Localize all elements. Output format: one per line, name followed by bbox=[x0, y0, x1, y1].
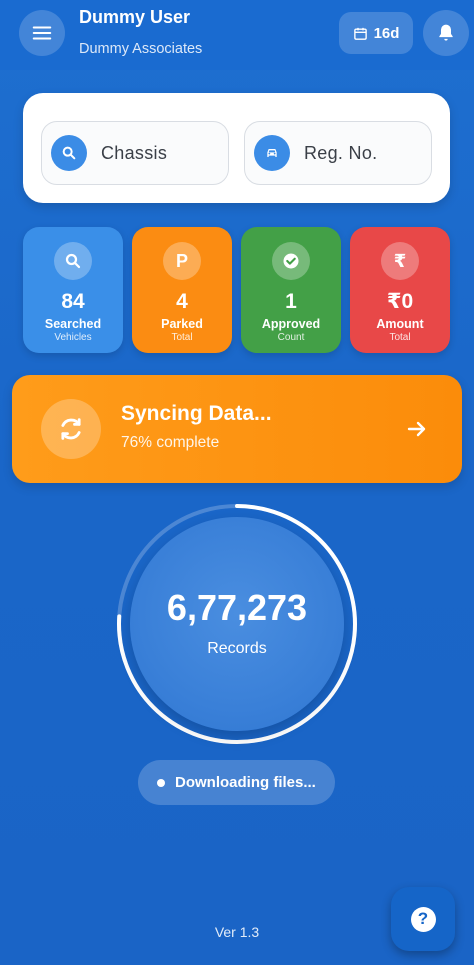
parking-icon: P bbox=[163, 242, 201, 280]
user-name: Dummy User bbox=[79, 7, 191, 27]
stat-label: Approved bbox=[261, 317, 321, 331]
search-icon bbox=[51, 135, 87, 171]
check-icon bbox=[272, 242, 310, 280]
days-remaining-button[interactable]: 16d bbox=[339, 12, 413, 54]
search-card: Chassis Reg. No. bbox=[23, 93, 450, 203]
download-status-pill: Downloading files... bbox=[138, 760, 335, 805]
sync-status: 76% complete bbox=[121, 434, 220, 451]
sync-card[interactable]: Syncing Data... 76% complete bbox=[12, 375, 462, 483]
stat-label: Parked bbox=[161, 317, 203, 331]
records-label: Records bbox=[207, 640, 267, 657]
sync-icon bbox=[41, 399, 101, 459]
stat-value: 84 bbox=[61, 290, 85, 313]
stat-amount[interactable]: ₹ ₹0 Amount Total bbox=[350, 227, 450, 353]
car-icon bbox=[254, 135, 290, 171]
stat-sublabel: Vehicles bbox=[54, 332, 92, 343]
status-dot bbox=[157, 778, 165, 787]
menu-button[interactable] bbox=[19, 10, 65, 56]
stat-parked[interactable]: P 4 Parked Total bbox=[132, 227, 232, 353]
stat-sublabel: Count bbox=[277, 332, 305, 343]
stat-label: Searched bbox=[44, 317, 102, 331]
stat-label: Amount bbox=[376, 317, 424, 331]
calendar-icon bbox=[353, 27, 367, 40]
bell-icon bbox=[439, 24, 453, 41]
stat-sublabel: Total bbox=[389, 332, 411, 343]
sync-title: Syncing Data... bbox=[121, 402, 272, 425]
stat-searched[interactable]: 84 Searched Vehicles bbox=[23, 227, 123, 353]
stat-approved[interactable]: 1 Approved Count bbox=[241, 227, 341, 353]
app-header: Dummy User Dummy Associates 16d bbox=[0, 0, 474, 70]
search-icon bbox=[54, 242, 92, 280]
arrow-right-icon[interactable] bbox=[405, 417, 429, 441]
help-button[interactable]: ? bbox=[391, 887, 455, 951]
chassis-search-button[interactable]: Chassis bbox=[41, 121, 229, 185]
stat-value: 4 bbox=[176, 290, 188, 313]
chassis-label: Chassis bbox=[101, 142, 168, 163]
menu-icon bbox=[32, 26, 52, 40]
stat-sublabel: Total bbox=[171, 332, 193, 343]
stat-value: 1 bbox=[285, 290, 297, 313]
download-status-text: Downloading files... bbox=[175, 774, 316, 791]
rupee-icon: ₹ bbox=[381, 242, 419, 280]
reg-no-search-button[interactable]: Reg. No. bbox=[244, 121, 432, 185]
company-name: Dummy Associates bbox=[79, 41, 203, 57]
records-count: 6,77,273 bbox=[166, 587, 308, 628]
notifications-button[interactable] bbox=[423, 10, 469, 56]
days-remaining-label: 16d bbox=[373, 24, 400, 42]
reg-no-label: Reg. No. bbox=[304, 142, 378, 163]
help-icon: ? bbox=[410, 906, 436, 932]
stat-value: ₹0 bbox=[386, 290, 414, 313]
